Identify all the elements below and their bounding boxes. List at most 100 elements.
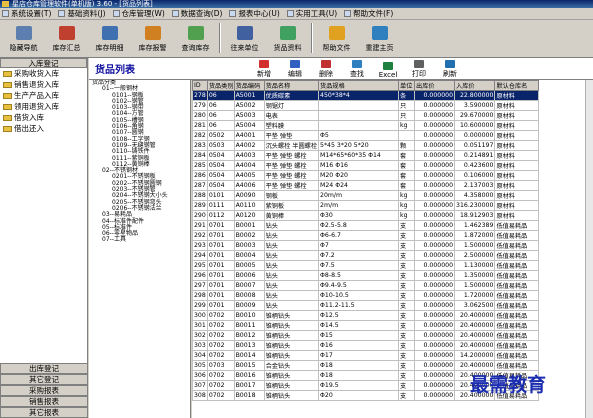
table-cell: 只 [398, 110, 416, 121]
table-cell: Φ8-8.5 [318, 270, 400, 281]
table-cell [318, 110, 400, 121]
table-cell: 0.000000 [414, 160, 456, 171]
column-header[interactable]: ID [192, 80, 208, 91]
table-row[interactable]: 282 0502 A4001 平垫 弹垫 Φ5 0.000000 0.000000 原材料 [192, 130, 540, 141]
table-cell: 22.800000 [454, 90, 496, 101]
table-row[interactable]: 300 0702 B0010 锥柄钻头 Φ12.5 支 0.000000 20.400000 低… [192, 310, 540, 321]
column-header[interactable]: 货品名称 [263, 80, 320, 91]
table-row[interactable]: 289 0111 A0110 紫铜板 2m/m kg 0.000000 316.230000 原… [192, 200, 540, 211]
action-button[interactable]: 打印 [404, 59, 434, 79]
table-cell: 钻头 [263, 240, 320, 251]
table-row[interactable]: 284 0504 A4003 平垫 弹垫 螺栓 M14*65*60*35 Φ14 套 0.0… [192, 150, 540, 161]
table-row[interactable]: 285 0504 A4004 平垫 弹垫 螺栓 M16 Φ16 套 0.000000 0.42… [192, 160, 540, 171]
table-row[interactable]: 281 06 A5004 塑料膜 kg 0.000000 10.600000 原材料 [192, 120, 540, 131]
table-row[interactable]: 298 0701 B0008 钻头 Φ10-10.5 支 0.000000 1.720000 低… [192, 290, 540, 301]
nav-section-button[interactable]: 其它报表 [0, 407, 88, 418]
table-row[interactable]: 290 0112 A0120 黄铜棒 Φ30 kg 0.000000 18.912903 原材料 [192, 210, 540, 221]
table-cell: 308 [192, 390, 208, 401]
table-row[interactable]: 301 0702 B0011 锥柄钻头 Φ14.5 支 0.000000 20.400000 低… [192, 320, 540, 331]
table-row[interactable]: 305 0703 B0015 合金钻头 Φ18 支 0.000000 20.400000 低值易… [192, 360, 540, 371]
vertical-scrollbar[interactable] [585, 80, 593, 418]
column-header[interactable]: 默认仓库名 [494, 80, 540, 91]
toolbar-button[interactable]: 帮助文件 [315, 20, 358, 56]
menu-item[interactable]: 报表中心(U) [229, 8, 280, 19]
nav-item[interactable]: 领用退货入库 [0, 101, 87, 112]
table-row[interactable]: 303 0702 B0013 锥柄钻头 Φ16 支 0.000000 20.400000 低值易… [192, 340, 540, 351]
action-button[interactable]: 查找 [342, 59, 372, 79]
column-header[interactable]: 货品类别 [206, 80, 235, 91]
table-cell: 平垫 弹垫 螺栓 [263, 180, 320, 191]
toolbar-button[interactable]: 货品资料 [266, 20, 309, 56]
table-cell: Φ6-6.7 [318, 230, 400, 241]
nav-section-button[interactable]: 其它登记 [0, 374, 88, 385]
menu-item[interactable]: 帮助文件(F) [344, 8, 393, 19]
table-cell: 0.000000 [414, 360, 456, 371]
table-row[interactable]: 283 0503 A4002 沉头螺栓 半圆螺栓 5*45 3*20 5*20 颗 0.00… [192, 140, 540, 151]
folder-icon [3, 70, 12, 77]
table-row[interactable]: 287 0504 A4006 平垫 弹垫 螺栓 M24 Φ24 套 0.000000 2.13… [192, 180, 540, 191]
nav-section-button[interactable]: 出库登记 [0, 363, 88, 374]
table-row[interactable]: 286 0504 A4005 平垫 弹垫 螺栓 M20 Φ20 套 0.000000 0.10… [192, 170, 540, 181]
toolbar: 隐藏导航 库存汇总 库存明细 库存报警 查询库存 往来单位 货品资料 帮助文件 重建主页 [0, 20, 593, 58]
action-button[interactable]: 新增 [249, 59, 279, 79]
table-row[interactable]: 302 0702 B0012 锥柄钻头 Φ15 支 0.000000 20.400000 低值易… [192, 330, 540, 341]
nav-item[interactable]: 借货入库 [0, 112, 87, 123]
table-row[interactable]: 293 0701 B0003 钻头 Φ7 支 0.000000 1.500000 低值易耗品 [192, 240, 540, 251]
toolbar-button[interactable]: 库存汇总 [45, 20, 88, 56]
nav-item[interactable]: 借出还入 [0, 123, 87, 134]
nav-item[interactable]: 生产产品入库 [0, 90, 87, 101]
table-cell: 280 [192, 110, 208, 121]
table-row[interactable]: 278 06 A5001 优质碳素 450*38*4 条 0.000000 22.800000… [192, 90, 540, 101]
table-row[interactable]: 292 0701 B0002 钻头 Φ6-6.7 支 0.000000 1.872000 低值易… [192, 230, 540, 241]
table-row[interactable]: 297 0701 B0007 钻头 Φ9.4-9.5 支 0.000000 1.500000 低… [192, 280, 540, 291]
menu-item[interactable]: 实用工具(U) [286, 8, 337, 19]
table-cell: 钻头 [263, 250, 320, 261]
column-header[interactable]: 入库价 [454, 80, 496, 91]
column-header[interactable]: 单位 [398, 80, 416, 91]
column-header[interactable]: 出库价 [414, 80, 456, 91]
table-cell: 套 [398, 180, 416, 191]
toolbar-button[interactable]: 库存明细 [88, 20, 131, 56]
menu-item[interactable]: 系统设置(T) [2, 8, 51, 19]
nav-section-button[interactable]: 采购报表 [0, 385, 88, 396]
nav-item[interactable]: 采购收货入库 [0, 68, 87, 79]
action-button[interactable]: 刷新 [435, 59, 465, 79]
menu-item[interactable]: 数据查询(D) [171, 8, 222, 19]
toolbar-button[interactable]: 查询库存 [174, 20, 217, 56]
table-row[interactable]: 294 0701 B0004 钻头 Φ7.2 支 0.000000 2.500000 低值易耗品 [192, 250, 540, 261]
action-button[interactable]: 编辑 [280, 59, 310, 79]
table-row[interactable]: 304 0702 B0014 锥柄钻头 Φ17 支 0.000000 14.200000 低值易… [192, 350, 540, 361]
table-cell: Φ7 [318, 240, 400, 251]
table-cell: 299 [192, 300, 208, 311]
toolbar-button[interactable]: 往来单位 [223, 20, 266, 56]
nav-item[interactable]: 销售退货入库 [0, 79, 87, 90]
table-row[interactable]: 280 06 A5003 电表 只 0.000000 29.670000 原材料 [192, 110, 540, 121]
table-row[interactable]: 296 0701 B0006 钻头 Φ8-8.5 支 0.000000 1.350000 低值易… [192, 270, 540, 281]
column-header[interactable]: 货品规格 [318, 80, 400, 91]
column-header[interactable]: 货品编码 [233, 80, 265, 91]
toolbar-button-label: 帮助文件 [322, 44, 351, 52]
tree-node[interactable]: 07--工具 [89, 237, 190, 244]
table-cell: 0.000000 [414, 260, 456, 271]
nav-section-header[interactable]: 入库登记 [0, 58, 87, 68]
table-row[interactable]: 291 0701 B0001 钻头 Φ2.5-5.8 支 0.000000 1.462389 低… [192, 220, 540, 231]
menu-item[interactable]: 仓库管理(W) [112, 8, 165, 19]
navigation-panel: 入库登记 采购收货入库 销售退货入库 生产产品入库 领用退货入库 借货入库 借出还入 出库… [0, 58, 88, 418]
nav-section-button[interactable]: 销售报表 [0, 396, 88, 407]
toolbar-button[interactable]: 库存报警 [131, 20, 174, 56]
table-cell: 0703 [206, 360, 235, 371]
table-row[interactable]: 279 06 A5002 钢锯灯 只 0.000000 3.590000 原材料 [192, 100, 540, 111]
action-icon [259, 60, 269, 68]
table-row[interactable]: 288 0101 A0090 钢板 20m/m kg 0.000000 4.358000 原材料 [192, 190, 540, 201]
action-button[interactable]: Excel [373, 59, 403, 79]
action-button[interactable]: 删除 [311, 59, 341, 79]
action-label: 新增 [257, 70, 271, 78]
table-cell: 278 [192, 90, 208, 101]
toolbar-button[interactable]: 隐藏导航 [2, 20, 45, 56]
table-row[interactable]: 299 0701 B0009 钻头 Φ11.2-11.5 支 0.000000 3.06250… [192, 300, 540, 311]
menu-item[interactable]: 基础资料(J) [58, 8, 106, 19]
table-cell: 1.872000 [454, 230, 496, 241]
table-cell: Φ7.2 [318, 250, 400, 261]
table-row[interactable]: 295 0701 B0005 钻头 Φ7.5 支 0.000000 1.130000 低值易耗品 [192, 260, 540, 271]
toolbar-button[interactable]: 重建主页 [358, 20, 401, 56]
